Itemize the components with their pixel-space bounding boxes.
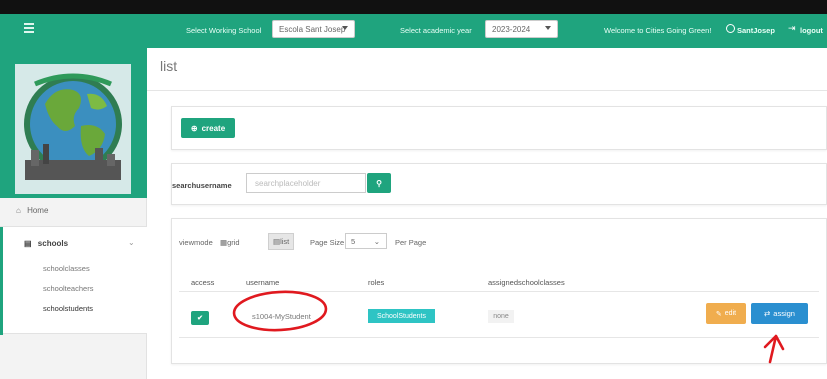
grid-label: grid	[227, 238, 240, 247]
page-size-value: 5	[351, 237, 356, 246]
access-toggle-button[interactable]: ✔	[191, 311, 209, 325]
sidebar-item-schoolteachers[interactable]: schoolteachers	[43, 284, 93, 293]
create-button[interactable]: ⊕ create	[181, 118, 235, 138]
create-label: create	[201, 123, 226, 133]
search-input[interactable]: searchplaceholder	[246, 173, 366, 193]
academic-year-select[interactable]: 2023-2024	[485, 20, 558, 38]
sidebar: ⌂ Home ▤ schools ⌄ schoolclasses schoolt…	[0, 48, 147, 379]
page-size-select[interactable]: 5 ⌄	[345, 233, 387, 249]
search-icon: ⚲	[376, 178, 382, 188]
edit-icon: ✎	[715, 310, 722, 318]
assign-button[interactable]: ⇄ assign	[751, 303, 808, 324]
viewmode-label: viewmode	[179, 238, 213, 247]
row-divider	[179, 337, 819, 338]
welcome-text: Welcome to Cities Going Green!	[604, 26, 712, 35]
search-username-label: searchusername	[172, 181, 232, 190]
column-header-roles[interactable]: roles	[368, 278, 384, 287]
list-panel: viewmode ▦grid ▤list Page Size 5 ⌄ Per P…	[171, 218, 827, 364]
working-school-select[interactable]: Escola Sant Josep	[272, 20, 355, 38]
edit-label: edit	[724, 310, 737, 317]
divider	[147, 90, 827, 91]
sidebar-item-label: schools	[37, 239, 69, 248]
row-username: s1004-MyStudent	[252, 312, 311, 321]
check-icon: ✔	[197, 315, 203, 322]
page-title: list	[160, 58, 178, 74]
chevron-down-icon: ⌄	[373, 237, 380, 246]
home-icon: ⌂	[16, 206, 21, 215]
search-button[interactable]: ⚲	[367, 173, 391, 193]
sidebar-item-home[interactable]: ⌂ Home	[0, 206, 147, 215]
school-icon: ▤	[24, 239, 32, 248]
menu-toggle-icon[interactable]	[24, 23, 34, 33]
cities-going-green-logo[interactable]	[15, 64, 131, 194]
user-icon	[726, 24, 735, 33]
logout-link[interactable]: logout	[800, 26, 823, 35]
column-header-access[interactable]: access	[191, 278, 214, 287]
working-school-label: Select Working School	[186, 26, 262, 35]
list-view-button[interactable]: ▤list	[268, 233, 295, 250]
chevron-down-icon	[342, 26, 348, 30]
list-label: list	[280, 237, 290, 246]
search-placeholder: searchplaceholder	[255, 178, 321, 188]
active-indicator	[0, 227, 3, 335]
search-panel: searchusername searchplaceholder ⚲	[171, 163, 827, 205]
sidebar-item-schoolstudents[interactable]: schoolstudents	[43, 304, 93, 313]
create-panel: ⊕ create	[171, 106, 827, 150]
sidebar-item-schools[interactable]: ▤ schools	[24, 239, 68, 248]
assigned-badge: none	[488, 310, 514, 323]
logout-icon[interactable]: ⇥	[788, 24, 797, 33]
logo-panel	[0, 48, 147, 198]
column-header-username[interactable]: username	[246, 278, 279, 287]
role-badge: SchoolStudents	[368, 309, 435, 323]
plus-circle-icon: ⊕	[190, 123, 198, 133]
username-link[interactable]: SantJosep	[737, 26, 775, 35]
chevron-down-icon	[545, 26, 551, 30]
grid-view-button[interactable]: ▦grid	[216, 235, 244, 250]
assign-label: assign	[773, 309, 795, 318]
page-size-label: Page Size	[310, 238, 345, 247]
per-page-label: Per Page	[395, 238, 427, 247]
working-school-value: Escola Sant Josep	[279, 24, 346, 34]
edit-button[interactable]: ✎ edit	[706, 303, 746, 324]
sidebar-item-label: Home	[27, 206, 49, 215]
column-header-assignedschoolclasses[interactable]: assignedschoolclasses	[488, 278, 565, 287]
header-divider	[179, 291, 819, 292]
chevron-down-icon[interactable]: ⌄	[128, 238, 135, 247]
exchange-icon: ⇄	[764, 309, 771, 318]
sidebar-item-schoolclasses[interactable]: schoolclasses	[43, 264, 90, 273]
sidebar-group-schools: ▤ schools ⌄	[0, 226, 147, 335]
academic-year-label: Select academic year	[400, 26, 472, 35]
top-navbar: Select Working School Escola Sant Josep …	[0, 14, 827, 48]
academic-year-value: 2023-2024	[492, 24, 531, 34]
